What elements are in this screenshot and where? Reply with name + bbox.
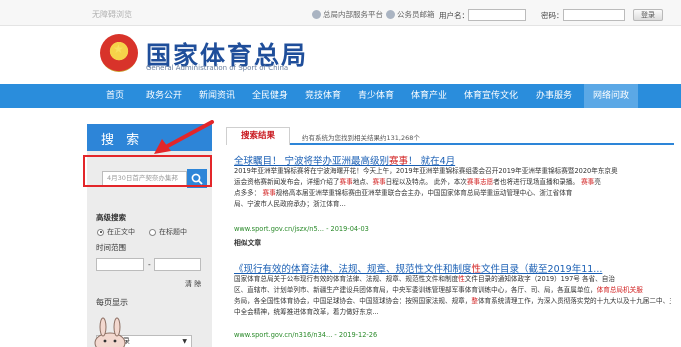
highlighted-term: 体育总局机关服 [596,286,643,294]
site-subtitle: General Administration of Sport of China [146,64,289,72]
arrow-icon [154,120,214,154]
result-url[interactable]: www.sport.gov.cn/n316/n34... - 2019-12-2… [234,331,377,339]
text-run: 规格高本届亚洲举重锦标赛由亚洲举重联合会主办，中国国家体育总局举重运动管理中心、… [275,189,573,197]
nav-item-competitive[interactable]: 竞技体育 [299,84,347,108]
date-separator: - [148,260,151,269]
mascot-icon [94,317,126,347]
text-run: 体育系统清理工作，为深入贯彻落实党的十九大以及十九届二中、三中、四 [477,297,671,305]
results-tab-bar: 搜索结果 约有系统为您找到相关结果约131,268个 [226,127,674,145]
username-label: 用户名： [439,11,469,20]
nav-item-industry[interactable]: 体育产业 [405,84,453,108]
text-run: 日程以及特点。 此外，本次 [385,178,467,186]
text-run: 区、直辖市、计划单列市、新疆生产建设兵团体育局，中央军委训练管理部军事体育训练中… [234,286,597,294]
highlighted-term: 赛事 [262,189,276,197]
nav-item-youth[interactable]: 青少体育 [352,84,400,108]
result-url[interactable]: www.sport.gov.cn/jszx/n5... - 2019-04-03 [234,225,369,233]
nav-item-culture[interactable]: 体育宣传文化 [458,84,524,108]
mail-icon [386,10,395,19]
snippet-line: 中全会精神，统筹推进体育改革，着力做好东京... [234,307,671,318]
nav-item-fitness[interactable]: 全民健身 [246,84,294,108]
per-page-label: 每页显示 [96,298,128,307]
highlighted-term: 整 [471,297,478,305]
text-run: 运会资格赛新闻发布会，详细介绍了 [234,178,340,186]
time-range-label: 时间范围 [96,243,126,252]
result-title[interactable]: 全球瞩目！ 宁波将举办亚洲最高级别赛事！ 就在4月 [234,153,455,167]
nav-item-services[interactable]: 办事服务 [529,84,579,108]
advanced-search-label: 高级搜索 [96,213,126,222]
snippet-line: 运会资格赛新闻发布会，详细介绍了赛事地点、赛事日程以及特点。 此外，本次赛事志愿… [234,177,671,188]
main-nav: 首页 政务公开 新闻资讯 全民健身 竞技体育 青少体育 体育产业 体育宣传文化 … [0,84,681,108]
snippet-line: 局、宁波市人民政府承办；浙江体育... [234,199,671,210]
highlight-box [83,155,212,187]
accessibility-link[interactable]: 无障碍浏览 [92,9,132,20]
text-run: 者也将进行现场直播和录播。 [493,178,582,186]
text-run: 国家体育总局关于公布现行有效的体育法律、法规、规章、规范性文件和制度 [234,275,459,283]
highlighted-term: 赛事 [581,178,595,186]
password-field[interactable] [563,9,625,21]
similar-articles-link[interactable]: 相似文章 [234,237,261,247]
scope-radio-body[interactable]: 在正文中 [97,227,135,237]
internal-platform-link[interactable]: 总局内部服务平台 [312,9,383,20]
national-emblem-icon: ★ [100,34,138,72]
nav-item-news[interactable]: 新闻资讯 [193,84,241,108]
radio-dot-selected [97,228,104,236]
top-utility-bar: 无障碍浏览 总局内部服务平台 公务员邮箱 用户名： 密码： 登录 [0,0,681,26]
nav-item-home[interactable]: 首页 [95,84,135,108]
start-date-field[interactable] [96,258,144,271]
text-run: 务局，各全国性体育协会，中国足球协会、中国篮球协会：按照国家法规、规章， [234,297,472,305]
result-count: 约有系统为您找到相关结果约131,268个 [302,134,420,142]
snippet-line: 点多多： 赛事规格高本届亚洲举重锦标赛由亚洲举重联合会主办，中国国家体育总局举重… [234,188,671,199]
result-snippet: 国家体育总局关于公布现行有效的体育法律、法规、规章、规范性文件和制度性文件目录的… [234,274,671,318]
highlighted-term: 赛事 [339,178,353,186]
result-title[interactable]: 《现行有效的体育法律、法规、规章、规范性文件和制度性文件目录（截至2019年11… [234,261,602,275]
text-run: 地点、 [352,178,373,186]
nav-item-inquiry[interactable]: 网络问政 [584,84,638,108]
text-run: 点多多： [234,189,263,197]
end-date-field[interactable] [154,258,201,271]
highlighted-term: 性 [458,275,465,283]
result-snippet: 2019年亚洲举重锦标赛将在宁波海曙开花！今天上午，2019年亚洲举重锦标赛组委… [234,166,671,210]
text-run: 局、宁波市人民政府承办；浙江体育... [234,200,346,208]
radio-dot [149,228,156,236]
snippet-line: 区、直辖市、计划单列市、新疆生产建设兵团体育局，中央军委训练管理部军事体育训练中… [234,285,671,296]
text-run: 2019年亚洲举重锦标赛将在宁波海曙开花！今天上午，2019年亚洲举重锦标赛组委… [234,167,618,175]
text-run: 中全会精神，统筹推进体育改革，着力做好东京... [234,308,379,316]
text-run: 亮 [594,178,601,186]
text-run: 文件目录的通知体政字（2019）197号 各省、自治 [464,275,615,283]
clear-link[interactable]: 清 除 [185,279,201,289]
snippet-line: 国家体育总局关于公布现行有效的体育法律、法规、规章、规范性文件和制度性文件目录的… [234,274,671,285]
login-button[interactable]: 登录 [633,9,663,21]
tab-search-results[interactable]: 搜索结果 [226,127,290,145]
snippet-line: 2019年亚洲举重锦标赛将在宁波海曙开花！今天上午，2019年亚洲举重锦标赛组委… [234,166,671,177]
highlighted-term: 赛事 [372,178,386,186]
chevron-down-icon: ▼ [182,338,187,345]
nav-item-gov-affairs[interactable]: 政务公开 [140,84,188,108]
highlighted-term: 赛事志愿 [466,178,494,186]
public-mail-link[interactable]: 公务员邮箱 [386,9,435,20]
username-field[interactable] [468,9,526,21]
password-label: 密码： [541,11,564,20]
search-panel-title: 搜 索 [101,133,144,148]
snippet-line: 务局，各全国性体育协会，中国足球协会、中国篮球协会：按照国家法规、规章，整体育系… [234,296,671,307]
scope-radio-title[interactable]: 在标题中 [149,227,187,237]
platform-icon [312,10,321,19]
